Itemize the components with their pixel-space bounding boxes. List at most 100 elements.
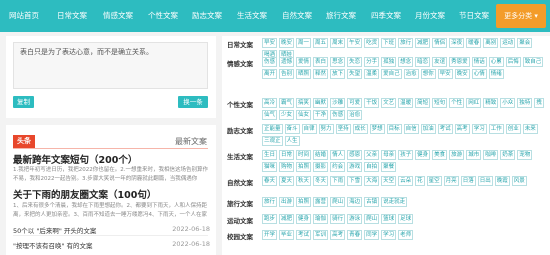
tag-link[interactable]: 感恩 — [347, 150, 363, 160]
tag-link[interactable]: 军训 — [313, 230, 329, 240]
tag-link[interactable]: 情话 — [471, 57, 487, 67]
tag-link[interactable]: 暗恋 — [415, 57, 431, 67]
tag-link[interactable]: 霸气 — [279, 98, 295, 108]
category-label[interactable]: 运动文案 — [227, 215, 253, 225]
latest-label[interactable]: 最新文案 — [175, 136, 207, 147]
category-label[interactable]: 校园文案 — [227, 231, 253, 241]
tag-link[interactable]: 伤感 — [262, 57, 278, 67]
tag-link[interactable]: 考试 — [296, 230, 312, 240]
tag-link[interactable]: 少女 — [279, 110, 295, 120]
tag-link[interactable]: 美食 — [432, 150, 448, 160]
tag-link[interactable]: 日常 — [279, 150, 295, 160]
tag-link[interactable]: 伤感 — [330, 110, 346, 120]
tag-link[interactable]: 爬山 — [364, 214, 380, 224]
nav-item-nature[interactable]: 自然文案 — [277, 0, 317, 32]
tag-link[interactable]: 想念 — [398, 57, 414, 67]
category-label[interactable]: 励志文案 — [227, 125, 253, 135]
tag-link[interactable]: 下雨 — [330, 176, 346, 186]
more-categories-button[interactable]: 更多分类 ▾ — [496, 4, 546, 28]
tag-link[interactable]: 古镇 — [364, 197, 380, 207]
tag-link[interactable]: 小众 — [500, 98, 516, 108]
tag-link[interactable]: 学习 — [381, 230, 397, 240]
tag-link[interactable]: 健身 — [415, 150, 431, 160]
quote-textbox[interactable]: 表白只是为了表达心意，而不是确立关系。 — [13, 42, 208, 89]
tag-link[interactable]: 加油 — [420, 124, 436, 134]
tag-link[interactable]: 天空 — [381, 176, 397, 186]
article-title[interactable]: 关于下雨的朋友圈文案（100句） — [13, 187, 156, 201]
nav-item-life[interactable]: 生活文案 — [232, 0, 272, 32]
tag-link[interactable]: 晚安 — [279, 38, 295, 48]
tag-link[interactable]: 毕业 — [279, 230, 295, 240]
tag-link[interactable]: 搞笑 — [296, 98, 312, 108]
tag-link[interactable]: 自信 — [403, 124, 419, 134]
tag-link[interactable]: 秀恩爱 — [449, 57, 470, 67]
tag-link[interactable]: 晒照 — [296, 69, 312, 79]
tag-link[interactable]: 篮球 — [381, 214, 397, 224]
tag-link[interactable]: 开学 — [262, 230, 278, 240]
nav-item-daily[interactable]: 日常文案 — [52, 0, 92, 32]
tag-link[interactable]: 考试 — [437, 124, 453, 134]
tag-link[interactable]: 后悔 — [505, 57, 521, 67]
tag-link[interactable]: 春天 — [262, 176, 278, 186]
tag-link[interactable]: 购物 — [279, 162, 295, 172]
tag-link[interactable]: 下班 — [381, 38, 397, 48]
tag-link[interactable]: 治愈 — [403, 69, 419, 79]
tag-link[interactable]: 表白 — [313, 57, 329, 67]
tag-link[interactable]: 健身 — [296, 214, 312, 224]
tag-link[interactable]: 离别 — [483, 38, 499, 48]
tag-link[interactable]: 结婚 — [313, 150, 329, 160]
tag-link[interactable]: 沙雕 — [330, 98, 346, 108]
nav-item-travel[interactable]: 旅行文案 — [321, 0, 361, 32]
tag-link[interactable]: 花 — [415, 176, 425, 186]
tag-link[interactable]: 独特 — [517, 98, 533, 108]
tag-link[interactable]: 城市 — [466, 150, 482, 160]
tag-link[interactable]: 仙女 — [296, 110, 312, 120]
tag-link[interactable]: 短句 — [432, 98, 448, 108]
tag-link[interactable]: 情人 — [330, 150, 346, 160]
category-label[interactable]: 个性文案 — [227, 99, 253, 109]
next-quote-button[interactable]: 换一条 — [178, 96, 208, 108]
tag-link[interactable]: 正能量 — [262, 124, 283, 134]
nav-item-personality[interactable]: 个性文案 — [143, 0, 183, 32]
tag-link[interactable]: 自拍 — [364, 162, 380, 172]
tag-link[interactable]: 拍照 — [296, 197, 312, 207]
tag-link[interactable]: 日出 — [477, 176, 493, 186]
tag-link[interactable]: 治愈 — [347, 110, 363, 120]
tag-link[interactable]: 风景 — [511, 176, 527, 186]
tag-link[interactable]: 自律 — [301, 124, 317, 134]
list-item-title[interactable]: "按理不该有召唤" 有的文案 — [13, 240, 93, 250]
tag-link[interactable]: 拽 — [534, 98, 544, 108]
tag-link[interactable]: 午安 — [347, 38, 363, 48]
tag-link[interactable]: 咖啡 — [483, 150, 499, 160]
tag-link[interactable]: 坚持 — [335, 124, 351, 134]
tag-link[interactable]: 出游 — [279, 197, 295, 207]
nav-item-months[interactable]: 月份文案 — [410, 0, 450, 32]
tag-link[interactable]: 月亮 — [443, 176, 459, 186]
tag-link[interactable]: 瑜伽 — [313, 214, 329, 224]
tag-link[interactable]: 游戏 — [347, 162, 363, 172]
tag-link[interactable]: 离开 — [262, 69, 278, 79]
tag-link[interactable]: 周一 — [296, 38, 312, 48]
tag-link[interactable]: 孤独 — [381, 57, 397, 67]
tag-link[interactable]: 高冷 — [262, 98, 278, 108]
tag-link[interactable]: 游泳 — [347, 214, 363, 224]
tag-link[interactable]: 温暖 — [398, 98, 414, 108]
tag-link[interactable]: 分手 — [364, 57, 380, 67]
nav-item-seasons[interactable]: 四季文案 — [366, 0, 406, 32]
nav-item-emotion[interactable]: 情感文案 — [98, 0, 138, 32]
tag-link[interactable]: 情侣 — [432, 38, 448, 48]
tag-link[interactable]: 母亲 — [381, 150, 397, 160]
article-title[interactable]: 最新跨年文案短句（200个） — [13, 152, 137, 166]
category-label[interactable]: 自然文案 — [227, 177, 253, 187]
category-label[interactable]: 日常文案 — [227, 39, 253, 49]
tag-link[interactable]: 爬山 — [330, 197, 346, 207]
tag-link[interactable]: 足球 — [398, 214, 414, 224]
tag-link[interactable]: 秋天 — [296, 176, 312, 186]
category-label[interactable]: 旅行文案 — [227, 198, 253, 208]
tag-link[interactable]: 人生 — [284, 136, 300, 146]
tag-link[interactable]: 精致 — [483, 98, 499, 108]
tag-link[interactable]: 骑行 — [330, 214, 346, 224]
tag-link[interactable]: 说走就走 — [381, 197, 408, 207]
tag-link[interactable]: 思念 — [330, 57, 346, 67]
tag-link[interactable]: 深夜 — [449, 38, 465, 48]
